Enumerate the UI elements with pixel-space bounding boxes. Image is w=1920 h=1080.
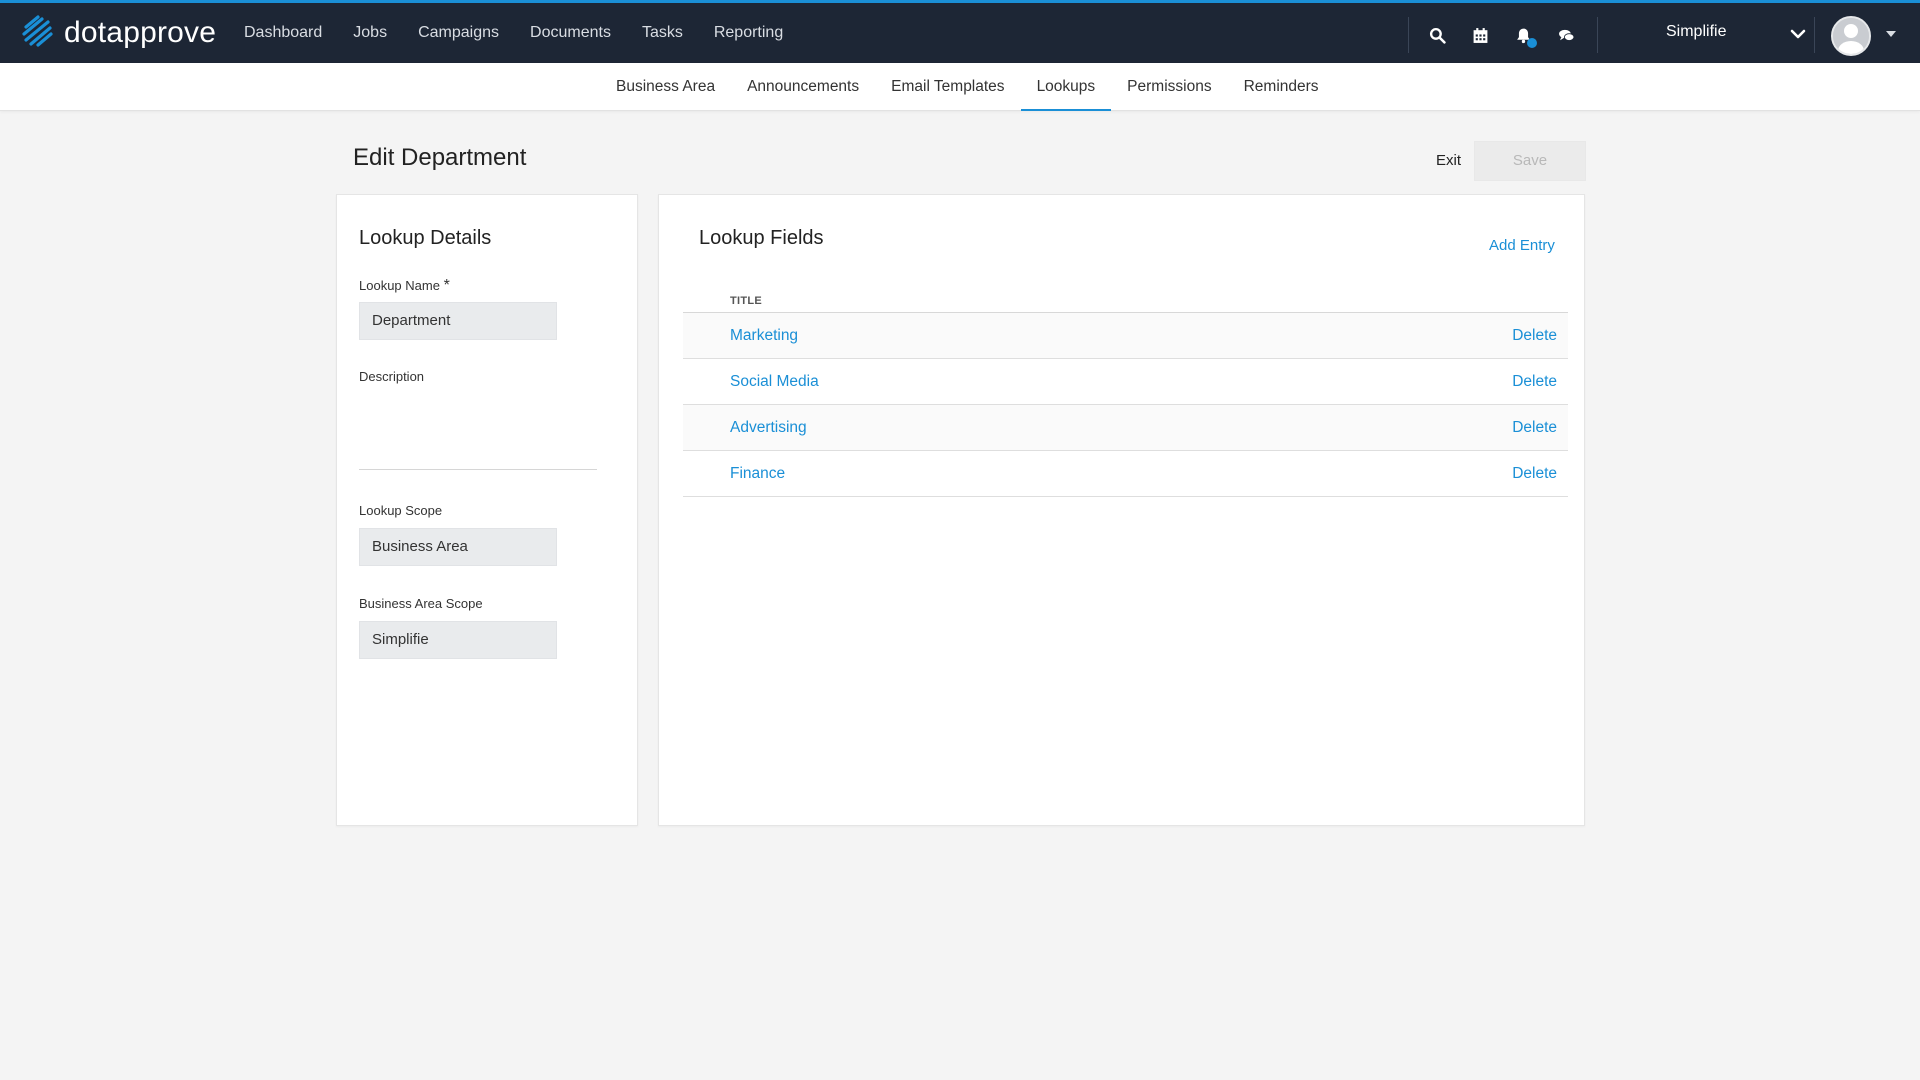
description-label: Description — [359, 369, 425, 384]
calendar-icon[interactable] — [1468, 23, 1492, 47]
tab-business-area[interactable]: Business Area — [600, 63, 731, 111]
organization-name: Simplifie — [1666, 23, 1727, 40]
table-row: Social Media Delete — [683, 359, 1568, 405]
tab-email-templates[interactable]: Email Templates — [875, 63, 1020, 111]
lookup-details-panel: Lookup Details Lookup Name * Department … — [336, 194, 638, 826]
business-area-scope-select[interactable]: Simplifie — [359, 621, 557, 659]
user-menu-caret-icon[interactable] — [1886, 31, 1896, 37]
organization-selector[interactable]: Simplifie — [1666, 23, 1806, 47]
logo[interactable]: dotapprove — [20, 13, 216, 53]
save-button[interactable]: Save — [1474, 141, 1586, 181]
exit-button[interactable]: Exit — [1426, 141, 1471, 181]
nav-reporting[interactable]: Reporting — [714, 24, 783, 42]
notification-dot — [1527, 38, 1537, 48]
tab-announcements[interactable]: Announcements — [731, 63, 875, 111]
page-title: Edit Department — [353, 144, 527, 171]
avatar[interactable] — [1831, 16, 1871, 56]
delete-button[interactable]: Delete — [1512, 451, 1557, 496]
lookup-fields-title: Lookup Fields — [699, 227, 824, 249]
tab-lookups[interactable]: Lookups — [1020, 63, 1112, 111]
settings-subnav: Business Area Announcements Email Templa… — [0, 63, 1920, 111]
lookup-scope-select[interactable]: Business Area — [359, 528, 557, 566]
entry-title-link[interactable]: Social Media — [730, 359, 819, 404]
top-navbar: dotapprove Dashboard Jobs Campaigns Docu… — [0, 0, 1920, 63]
lookup-name-label: Lookup Name * — [359, 277, 450, 295]
table-row: Marketing Delete — [683, 313, 1568, 359]
nav-jobs[interactable]: Jobs — [353, 24, 387, 42]
search-icon[interactable] — [1425, 23, 1449, 47]
divider — [1408, 17, 1409, 53]
delete-button[interactable]: Delete — [1512, 313, 1557, 358]
column-header-title: TITLE — [730, 295, 763, 307]
tab-reminders[interactable]: Reminders — [1228, 63, 1335, 111]
lookup-scope-label: Lookup Scope — [359, 503, 443, 518]
main-nav: Dashboard Jobs Campaigns Documents Tasks… — [244, 3, 814, 63]
lookup-name-label-text: Lookup Name — [359, 278, 440, 293]
lookup-fields-table: Marketing Delete Social Media Delete Adv… — [683, 312, 1568, 497]
logo-text: dotapprove — [64, 16, 217, 49]
description-textarea[interactable] — [359, 390, 597, 470]
nav-dashboard[interactable]: Dashboard — [244, 24, 322, 42]
nav-campaigns[interactable]: Campaigns — [418, 24, 499, 42]
entry-title-link[interactable]: Advertising — [730, 405, 807, 450]
chevron-down-icon — [1790, 27, 1806, 45]
add-entry-button[interactable]: Add Entry — [1489, 237, 1555, 254]
tab-permissions[interactable]: Permissions — [1111, 63, 1227, 111]
lookup-details-title: Lookup Details — [359, 227, 492, 249]
business-area-scope-label: Business Area Scope — [359, 596, 483, 611]
lookup-name-input[interactable]: Department — [359, 302, 557, 340]
divider — [1597, 17, 1598, 53]
entry-title-link[interactable]: Marketing — [730, 313, 798, 358]
table-row: Finance Delete — [683, 451, 1568, 497]
delete-button[interactable]: Delete — [1512, 405, 1557, 450]
bell-icon[interactable] — [1511, 23, 1537, 48]
chat-icon[interactable] — [1554, 23, 1578, 47]
nav-documents[interactable]: Documents — [530, 24, 611, 42]
divider — [1814, 17, 1815, 53]
lookup-fields-panel: Lookup Fields Add Entry TITLE Marketing … — [658, 194, 1585, 826]
required-marker: * — [443, 277, 450, 294]
table-row: Advertising Delete — [683, 405, 1568, 451]
entry-title-link[interactable]: Finance — [730, 451, 785, 496]
dotapprove-logo-icon — [20, 13, 56, 54]
delete-button[interactable]: Delete — [1512, 359, 1557, 404]
nav-tasks[interactable]: Tasks — [642, 24, 683, 42]
